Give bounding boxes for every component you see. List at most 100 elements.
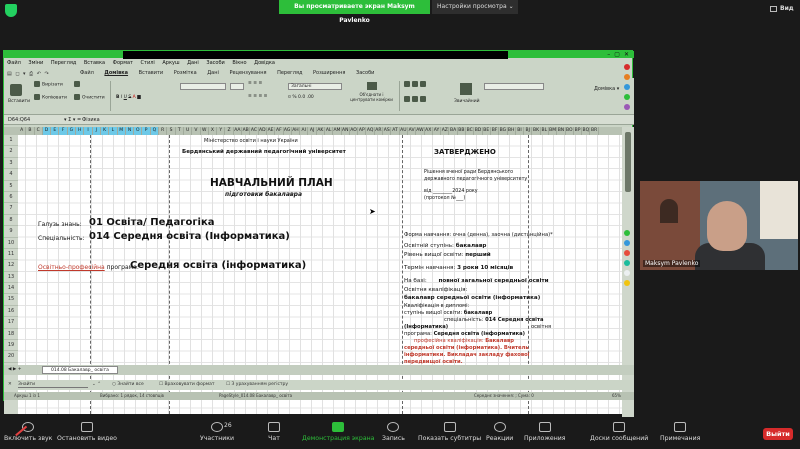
share-screen-button[interactable]: Демонстрация экрана (302, 422, 374, 442)
view-settings-button[interactable]: Настройки просмотра ⌄ (432, 0, 518, 14)
menu-item[interactable]: Файл (7, 60, 21, 66)
strike-button[interactable]: S (128, 95, 131, 100)
menu-item[interactable]: Формат (113, 60, 133, 66)
row-number[interactable]: 1 (4, 135, 18, 147)
row-number[interactable]: 8 (4, 215, 18, 227)
menu-item[interactable]: Дані (187, 60, 199, 66)
insert-col-icon[interactable] (412, 81, 418, 87)
find-all-option[interactable]: ○ Знайти все (112, 380, 144, 390)
menu-item[interactable]: Вікно (232, 60, 246, 66)
row-number[interactable]: 5 (4, 181, 18, 192)
menu-item[interactable]: Засоби (206, 60, 224, 66)
program-label[interactable]: Освітньо-професійна програма: (38, 264, 139, 271)
sheet-tab[interactable]: 014.08 Бакалавр_ освіта (42, 366, 118, 374)
tray-icon[interactable] (624, 260, 630, 266)
insert-row-icon[interactable] (404, 81, 410, 87)
decimal-icon[interactable]: 0.0 (298, 95, 305, 100)
participant-video[interactable]: Maksym Pavlenko (640, 181, 798, 270)
find-input[interactable]: Знайти (18, 381, 88, 388)
term-cell[interactable]: Термін навчання: 3 роки 10 місяців (404, 265, 513, 271)
row-number[interactable]: 6 (4, 192, 18, 204)
date-cell[interactable]: від ________2024 року (424, 189, 478, 194)
tray-icon[interactable] (624, 240, 630, 246)
cell-style-select[interactable] (484, 83, 544, 90)
stop-video-button[interactable]: Остановить видео (57, 422, 117, 442)
tray-icon[interactable] (624, 84, 630, 90)
red-line-2[interactable]: середньої освіти (інформатика). Вчитель (404, 345, 529, 351)
row-number[interactable]: 12 (4, 260, 18, 272)
reactions-button[interactable]: Реакции (486, 422, 513, 442)
tray-icon[interactable] (624, 230, 630, 236)
field-label[interactable]: Галузь знань: (38, 221, 82, 228)
menu-item[interactable]: Довідка (254, 60, 275, 66)
plan-subtitle[interactable]: підготовки бакалавра (225, 191, 302, 198)
bold-button[interactable]: B (116, 95, 119, 100)
osvitnia-cell[interactable]: освітня (531, 324, 551, 330)
filter-icon[interactable] (412, 95, 418, 102)
tray-icon[interactable] (624, 280, 630, 286)
clone-format-button[interactable] (74, 81, 105, 88)
copy-button[interactable]: Копіювати (34, 93, 67, 100)
apps-button[interactable]: Приложения (524, 422, 566, 442)
speciality-line[interactable]: спеціальність: 014 Середня освіта (444, 317, 543, 323)
row-number[interactable]: 2 (4, 146, 18, 158)
leave-button[interactable]: Выйти (763, 428, 793, 440)
formula-input[interactable]: Фізика (82, 115, 100, 125)
clear-button[interactable]: Очистити (74, 93, 105, 100)
protocol-cell[interactable]: (протокол №___) (424, 196, 465, 201)
menu-item[interactable]: Стилі (141, 60, 155, 66)
row-number[interactable]: 9 (4, 226, 18, 238)
approved-cell[interactable]: ЗАТВЕРДЖЕНО (434, 148, 496, 156)
row-number[interactable]: 14 (4, 283, 18, 295)
sort-icon[interactable] (404, 95, 410, 102)
tab-nav-arrows[interactable]: ◀ ▶ + (8, 365, 22, 375)
tray-icon[interactable] (624, 64, 630, 70)
name-box[interactable]: D64:Q64 (8, 115, 30, 125)
row-number[interactable]: 19 (4, 340, 18, 352)
program-line[interactable]: програма: Середня освіта (інформатика) (404, 331, 525, 337)
italic-button[interactable]: I (121, 95, 122, 100)
spec-value[interactable]: 014 Середня освіта (Інформатика) (89, 231, 290, 242)
font-name-select[interactable] (180, 83, 226, 90)
find-nav[interactable]: ⌄ ⌃ (92, 380, 101, 390)
tray-icon[interactable] (624, 104, 630, 110)
align-right-icon[interactable]: ≡ (258, 94, 262, 99)
view-button[interactable]: Вид (770, 5, 794, 12)
decision-cell-2[interactable]: державного педагогічного університету (424, 177, 527, 182)
merge-center-button[interactable]: Об'єднати і центрувати комірки (349, 82, 394, 102)
align-middle-icon[interactable]: ≡ (253, 81, 257, 86)
degree-cell[interactable]: Освітній ступінь: бакалавр (404, 243, 486, 249)
security-shield-icon[interactable] (5, 4, 17, 17)
sum-icon[interactable] (420, 95, 426, 102)
prof-qual[interactable]: професійна кваліфікація: Бакалавр (414, 338, 514, 344)
tray-icon[interactable] (624, 94, 630, 100)
justify-icon[interactable]: ≡ (264, 94, 268, 99)
row-number[interactable]: 13 (4, 272, 18, 284)
match-case-checkbox[interactable]: ☐ З урахуванням регістру (226, 380, 288, 390)
tab-data[interactable]: Дані (207, 70, 219, 76)
tray-icon[interactable] (624, 250, 630, 256)
unmute-button[interactable]: Включить звук (4, 422, 52, 442)
spec-label[interactable]: Спеціальність: (38, 235, 85, 242)
inf-paren[interactable]: (Інформатика) (404, 324, 448, 330)
zoom-level[interactable]: 65% (612, 392, 621, 400)
paste-group[interactable]: Вставити (8, 81, 30, 104)
page-style[interactable]: PageStyle_014.08 Бакалавр_ освіта (219, 392, 292, 400)
column-headers[interactable]: A B C D E F G H I J K L M N O P Q R S T U V W X Y Z AA AB AC AD AE AF AG… (4, 127, 622, 135)
red-line-3[interactable]: інформатики. Викладач закладу фахової (404, 352, 529, 358)
minimize-icon[interactable]: – (607, 51, 610, 58)
currency-icon[interactable]: ¤ (288, 95, 291, 100)
tab-layout[interactable]: Розмітка (174, 70, 197, 76)
record-button[interactable]: Запись (382, 422, 405, 442)
qual-value[interactable]: бакалавр середньої освіти (інформатика) (404, 295, 540, 301)
ministry-cell[interactable]: Міністерство освіти і науки України (204, 138, 298, 144)
close-icon[interactable]: ✕ (624, 51, 629, 58)
university-cell[interactable]: Бердянський державний педагогічний уніве… (182, 149, 346, 155)
participants-button[interactable]: 26 Участники (200, 422, 234, 442)
conditional-group[interactable]: Звичайний (454, 81, 480, 104)
tab-extensions[interactable]: Розширення (313, 70, 345, 76)
degree-line[interactable]: ступінь вищої освіти: бакалавр (404, 310, 492, 316)
menu-item[interactable]: Аркуш (162, 60, 179, 66)
captions-button[interactable]: Показать субтитры (418, 422, 481, 442)
menu-item[interactable]: Перегляд (51, 60, 76, 66)
